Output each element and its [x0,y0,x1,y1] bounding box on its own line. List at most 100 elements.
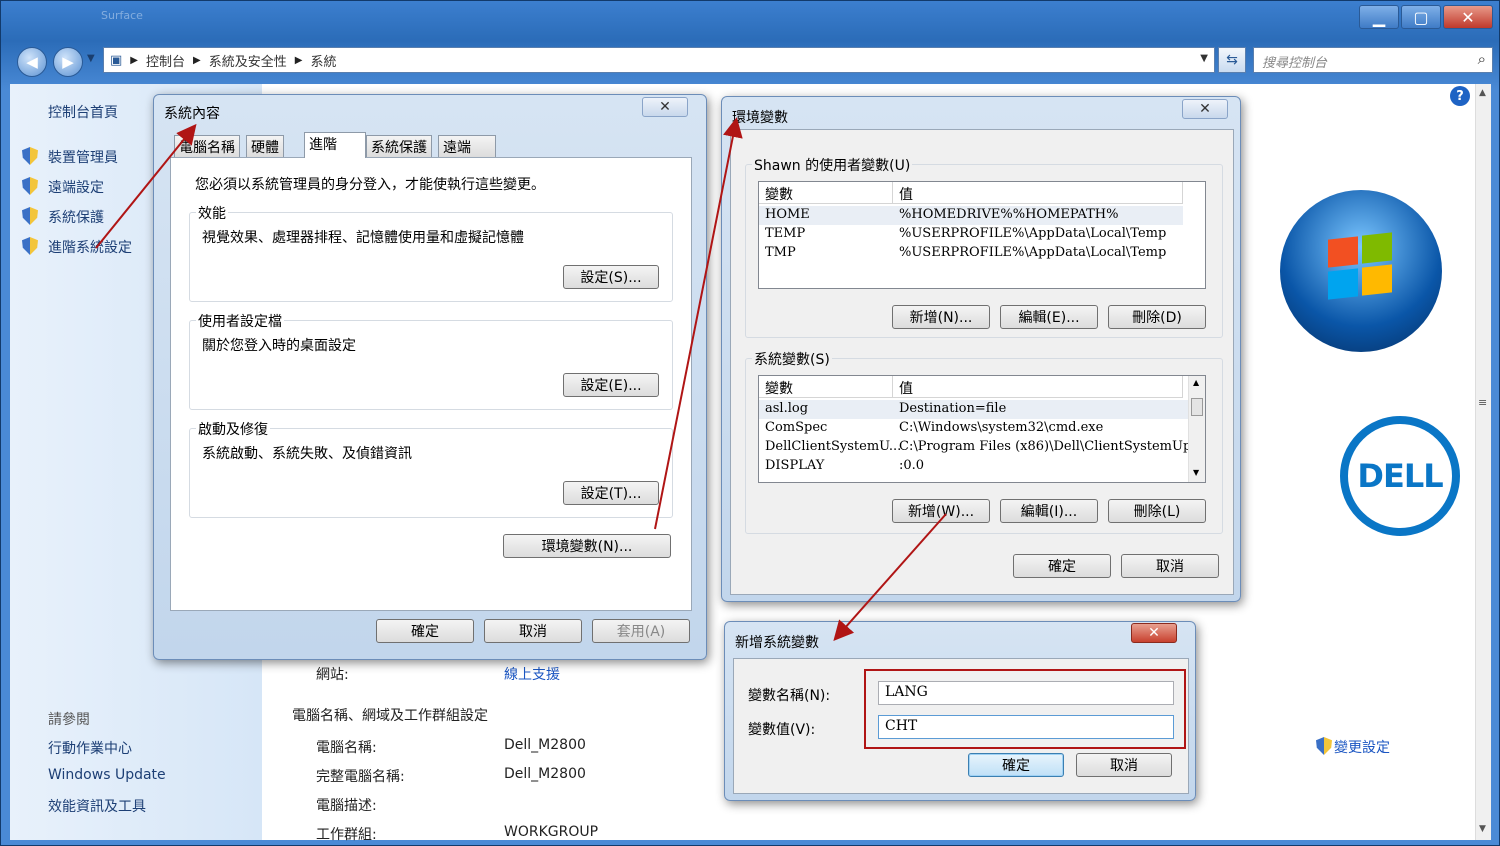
variable-name: DellClientSystemU... [765,439,902,454]
address-dropdown-icon[interactable]: ▼ [1200,53,1208,64]
group-label: 效能 [196,203,228,223]
group-label: 使用者設定檔 [196,311,284,331]
group-description: 系統啟動、系統失敗、及偵錯資訊 [202,446,412,462]
ok-button[interactable]: 確定 [376,619,474,643]
list-item[interactable]: asl.log Destination=file [759,400,1189,419]
refresh-icon[interactable]: ⇆ [1218,47,1246,73]
see-also-performance[interactable]: 效能資訊及工具 [48,796,146,816]
scroll-down-icon[interactable]: ▼ [1479,824,1486,834]
close-icon[interactable]: ✕ [1131,623,1177,643]
variable-value: %HOMEDRIVE%%HOMEPATH% [899,207,1119,222]
history-dropdown-icon[interactable]: ▼ [87,53,95,64]
see-also-title: 請參閱 [48,712,90,728]
ok-button[interactable]: 確定 [1013,554,1111,578]
shield-icon [22,147,38,165]
system-delete-button[interactable]: 刪除(L) [1108,499,1206,523]
dialog-body: Shawn 的使用者變數(U) 變數 值 HOME %HOMEDRIVE%%HOM… [730,129,1234,595]
close-icon[interactable]: ✕ [642,97,688,117]
scroll-up-icon[interactable]: ▲ [1479,88,1486,98]
row-value: Dell_M2800 [504,766,586,782]
variable-name-label: 變數名稱(N): [748,688,831,704]
back-arrow-icon[interactable]: ◀ [17,47,47,77]
list-item[interactable]: DellClientSystemU... C:\Program Files (x8… [759,438,1205,457]
list-item[interactable]: HOME %HOMEDRIVE%%HOMEPATH% [759,206,1183,225]
row-label: 完整電腦名稱: [316,769,405,785]
scroll-down-icon[interactable]: ▼ [1193,468,1199,477]
cancel-button[interactable]: 取消 [484,619,582,643]
breadcrumb-separator-icon[interactable]: ▶ [130,55,138,66]
forward-arrow-icon[interactable]: ▶ [53,47,83,77]
variable-value: %USERPROFILE%\AppData\Local\Temp [899,226,1167,241]
column-header-value[interactable]: 值 [893,376,1183,398]
tab-hardware[interactable]: 硬體 [246,135,284,157]
see-also-windows-update[interactable]: Windows Update [48,767,166,783]
cancel-button[interactable]: 取消 [1076,753,1172,777]
search-input[interactable]: 搜尋控制台 ⌕ [1253,47,1493,73]
profile-settings-button[interactable]: 設定(E)... [563,373,659,397]
list-item[interactable]: TEMP %USERPROFILE%\AppData\Local\Temp [759,225,1183,244]
shield-icon [22,177,38,195]
scroll-thumb-grip-icon[interactable]: ≡ [1478,396,1487,409]
column-header-variable[interactable]: 變數 [759,376,893,398]
shield-icon [22,237,38,255]
apply-button[interactable]: 套用(A) [592,619,690,643]
close-icon[interactable]: ✕ [1182,99,1228,119]
system-variables-list[interactable]: 變數 值 asl.log Destination=file ComSpec C:\W… [758,375,1206,483]
close-window-button[interactable]: ✕ [1443,5,1493,29]
ok-button[interactable]: 確定 [968,753,1064,777]
tab-computer-name[interactable]: 電腦名稱 [174,135,240,157]
row-label: 電腦名稱: [316,740,377,756]
dell-logo-icon: DELL [1340,416,1460,536]
minimize-button[interactable]: ▁ [1359,5,1399,29]
sidebar-home-link[interactable]: 控制台首頁 [48,102,118,122]
breadcrumb-control-panel[interactable]: 控制台 [146,51,185,70]
sidebar-item-device-manager[interactable]: 裝置管理員 [22,147,118,167]
breadcrumb-separator-icon[interactable]: ▶ [193,55,201,66]
startup-settings-button[interactable]: 設定(T)... [563,481,659,505]
main-scrollbar[interactable]: ▲ ≡ ▼ [1475,84,1491,840]
tab-remote[interactable]: 遠端 [438,135,496,157]
variable-value: C:\Program Files (x86)\Dell\ClientSystem… [899,439,1206,454]
system-edit-button[interactable]: 編輯(I)... [1000,499,1098,523]
system-new-button[interactable]: 新增(W)... [892,499,990,523]
user-new-button[interactable]: 新增(N)... [892,305,990,329]
variable-value: C:\Windows\system32\cmd.exe [899,420,1104,435]
sidebar-item-advanced[interactable]: 進階系統設定 [22,237,132,257]
list-item[interactable]: TMP %USERPROFILE%\AppData\Local\Temp [759,244,1183,263]
row-label: 工作群組: [316,827,377,843]
search-icon[interactable]: ⌕ [1478,50,1486,68]
tab-system-protection[interactable]: 系統保護 [366,135,432,157]
sidebar-item-protection[interactable]: 系統保護 [22,207,104,227]
scroll-up-icon[interactable]: ▲ [1193,378,1199,387]
environment-variables-button[interactable]: 環境變數(N)... [503,534,671,558]
list-scrollbar[interactable]: ▲ ▼ [1188,376,1205,482]
address-bar[interactable]: ▣ ▶ 控制台 ▶ 系統及安全性 ▶ 系統 ▼ [103,47,1215,73]
website-label: 網站: [316,667,349,683]
performance-settings-button[interactable]: 設定(S)... [563,265,659,289]
group-label: 系統變數(S) [752,349,832,369]
change-settings-link[interactable]: 變更設定 [1316,737,1390,757]
online-support-link[interactable]: 線上支援 [504,664,560,684]
row-label: 電腦描述: [316,798,377,814]
tab-advanced[interactable]: 進階 [304,132,366,158]
breadcrumb-system-security[interactable]: 系統及安全性 [209,51,287,70]
maximize-button[interactable]: ▢ [1401,5,1441,29]
user-edit-button[interactable]: 編輯(E)... [1000,305,1098,329]
windows-logo-icon [1280,190,1442,352]
breadcrumb-system[interactable]: 系統 [310,51,336,70]
list-item[interactable]: ComSpec C:\Windows\system32\cmd.exe [759,419,1189,438]
sidebar-item-remote[interactable]: 遠端設定 [22,177,104,197]
column-header-variable[interactable]: 變數 [759,182,893,204]
scroll-thumb[interactable] [1191,398,1203,416]
user-variables-list[interactable]: 變數 值 HOME %HOMEDRIVE%%HOMEPATH% TEMP %USER… [758,181,1206,289]
sidebar-item-label: 裝置管理員 [48,150,118,166]
see-also-action-center[interactable]: 行動作業中心 [48,738,132,758]
help-icon[interactable]: ? [1450,86,1470,106]
column-header-value[interactable]: 值 [893,182,1183,204]
sidebar-item-label: 系統保護 [48,210,104,226]
titlebar-hint: Surface [101,9,143,22]
cancel-button[interactable]: 取消 [1121,554,1219,578]
list-item[interactable]: DISPLAY:0.0 [759,457,1189,476]
user-delete-button[interactable]: 刪除(D) [1108,305,1206,329]
breadcrumb-separator-icon[interactable]: ▶ [295,55,303,66]
